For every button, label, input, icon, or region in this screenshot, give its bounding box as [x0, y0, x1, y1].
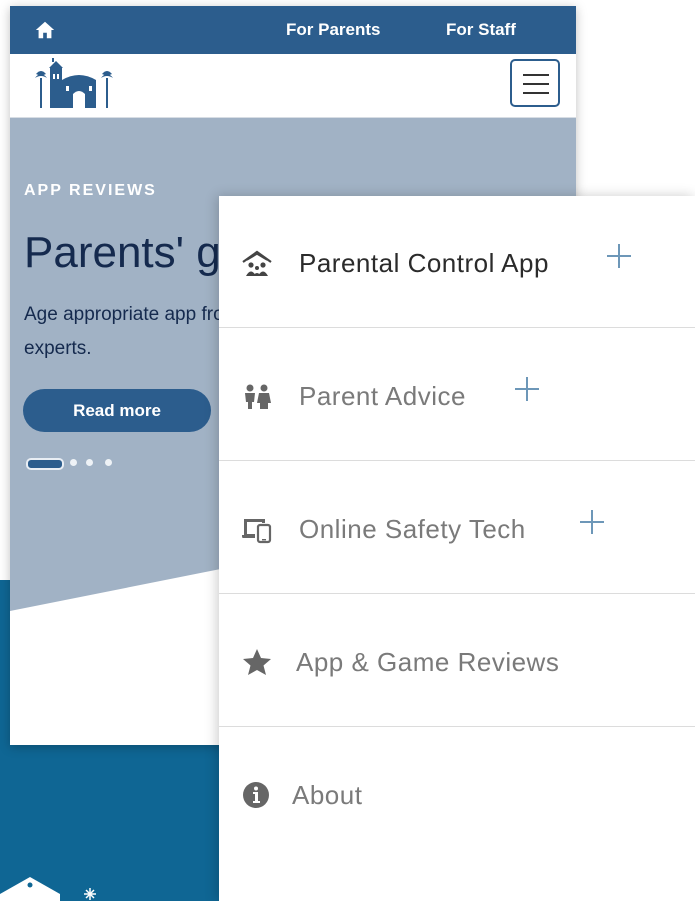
school-logo[interactable] — [34, 58, 116, 110]
parents-icon — [245, 384, 271, 409]
menu-item-about[interactable]: About — [219, 728, 695, 860]
expand-plus-icon[interactable] — [578, 508, 606, 536]
footer-logo-icon — [0, 877, 96, 901]
menu-item-online-safety-tech[interactable]: Online Safety Tech — [219, 462, 695, 594]
menu-item-parent-advice[interactable]: Parent Advice — [219, 329, 695, 461]
devices-icon — [242, 519, 272, 544]
for-parents-link[interactable]: For Parents — [286, 20, 380, 40]
carousel-dot-4[interactable] — [105, 459, 112, 466]
carousel-dot-3[interactable] — [86, 459, 93, 466]
menu-item-label: App & Game Reviews — [296, 647, 560, 677]
home-icon[interactable] — [34, 19, 56, 41]
carousel-dot-1[interactable] — [26, 458, 64, 470]
menu-item-app-game-reviews[interactable]: App & Game Reviews — [219, 595, 695, 727]
menu-item-label: Parent Advice — [299, 381, 466, 411]
expand-plus-icon[interactable] — [513, 375, 541, 403]
menu-item-parental-control-app[interactable]: Parental Control App — [219, 196, 695, 328]
carousel-dot-2[interactable] — [70, 459, 77, 466]
menu-toggle-button[interactable] — [510, 59, 560, 107]
logo-bar — [10, 54, 576, 118]
menu-item-label: Parental Control App — [299, 248, 549, 278]
menu-item-label: Online Safety Tech — [299, 514, 526, 544]
expand-plus-icon[interactable] — [605, 242, 633, 270]
hero-eyebrow: APP REVIEWS — [24, 182, 157, 199]
navigation-drawer: Parental Control App Parent Advice Onlin… — [219, 196, 695, 901]
top-bar: For Parents For Staff — [10, 6, 576, 54]
for-staff-link[interactable]: For Staff — [446, 20, 516, 40]
star-icon — [243, 649, 271, 675]
hero-title: Parents' g — [24, 228, 221, 277]
read-more-button[interactable]: Read more — [23, 389, 211, 432]
info-icon — [243, 782, 269, 808]
menu-item-label: About — [292, 780, 363, 810]
family-house-icon — [242, 250, 272, 276]
